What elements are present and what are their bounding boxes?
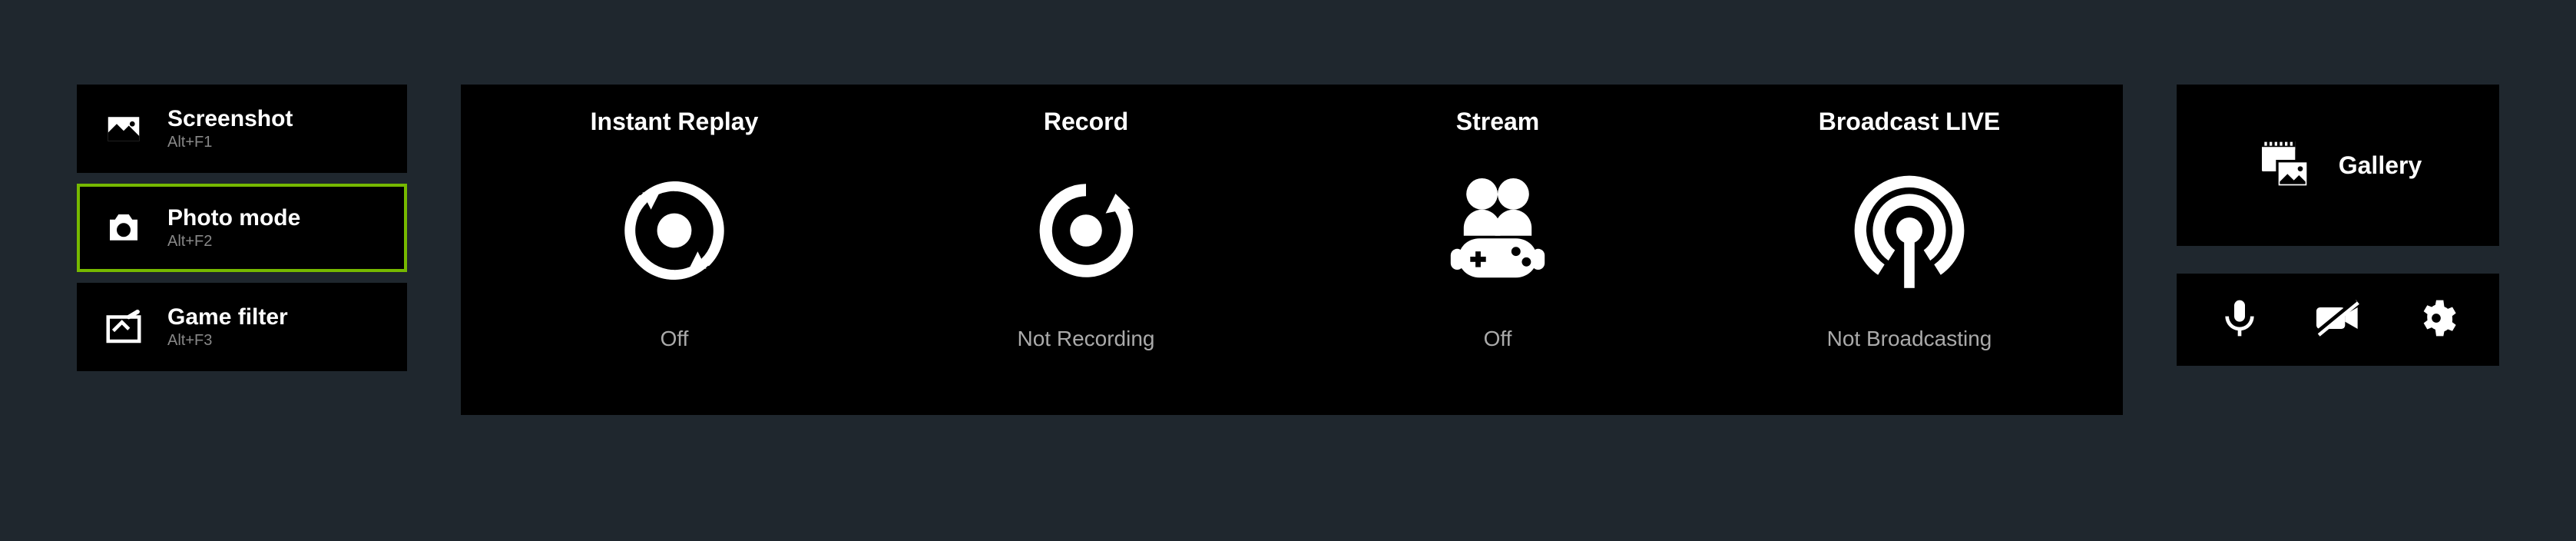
- photo-mode-texts: Photo mode Alt+F2: [167, 205, 300, 251]
- game-filter-shortcut: Alt+F3: [167, 332, 288, 350]
- photo-mode-label: Photo mode: [167, 205, 300, 231]
- stream-label: Stream: [1456, 108, 1540, 136]
- record-button[interactable]: Record Not Recording: [948, 108, 1224, 351]
- game-filter-button[interactable]: Game filter Alt+F3: [77, 283, 407, 371]
- camera-icon: [101, 206, 146, 251]
- instant-replay-label: Instant Replay: [591, 108, 759, 136]
- gallery-icon: [2254, 133, 2316, 198]
- stream-icon: [1432, 158, 1563, 304]
- microphone-icon[interactable]: [2218, 297, 2261, 344]
- game-filter-label: Game filter: [167, 304, 288, 330]
- gallery-button[interactable]: Gallery: [2177, 85, 2499, 246]
- right-column: Gallery: [2177, 85, 2499, 366]
- overlay-root: Screenshot Alt+F1 Photo mode Alt+F2: [0, 0, 2576, 500]
- camera-off-icon[interactable]: [2313, 297, 2363, 344]
- record-status: Not Recording: [1018, 327, 1155, 351]
- broadcast-label: Broadcast LIVE: [1819, 108, 2001, 136]
- photo-mode-button[interactable]: Photo mode Alt+F2: [77, 184, 407, 272]
- center-panel: Instant Replay Off Record: [461, 85, 2123, 415]
- instant-replay-button[interactable]: Instant Replay Off: [536, 108, 813, 351]
- left-column: Screenshot Alt+F1 Photo mode Alt+F2: [77, 85, 407, 371]
- screenshot-shortcut: Alt+F1: [167, 134, 293, 151]
- screenshot-label: Screenshot: [167, 106, 293, 132]
- gallery-label: Gallery: [2339, 151, 2422, 180]
- screenshot-button[interactable]: Screenshot Alt+F1: [77, 85, 407, 173]
- record-icon: [1025, 158, 1147, 304]
- photo-mode-shortcut: Alt+F2: [167, 233, 300, 251]
- screenshot-texts: Screenshot Alt+F1: [167, 106, 293, 151]
- instant-replay-icon: [613, 158, 736, 304]
- instant-replay-status: Off: [661, 327, 689, 351]
- screenshot-icon: [101, 107, 146, 151]
- toolbar: [2177, 274, 2499, 366]
- game-filter-icon: [101, 305, 146, 350]
- broadcast-button[interactable]: Broadcast LIVE Not Broadcasting: [1771, 108, 2048, 351]
- broadcast-status: Not Broadcasting: [1827, 327, 1992, 351]
- broadcast-icon: [1844, 158, 1975, 304]
- stream-button[interactable]: Stream Off: [1359, 108, 1636, 351]
- settings-icon[interactable]: [2415, 297, 2458, 344]
- record-label: Record: [1044, 108, 1128, 136]
- stream-status: Off: [1484, 327, 1512, 351]
- game-filter-texts: Game filter Alt+F3: [167, 304, 288, 350]
